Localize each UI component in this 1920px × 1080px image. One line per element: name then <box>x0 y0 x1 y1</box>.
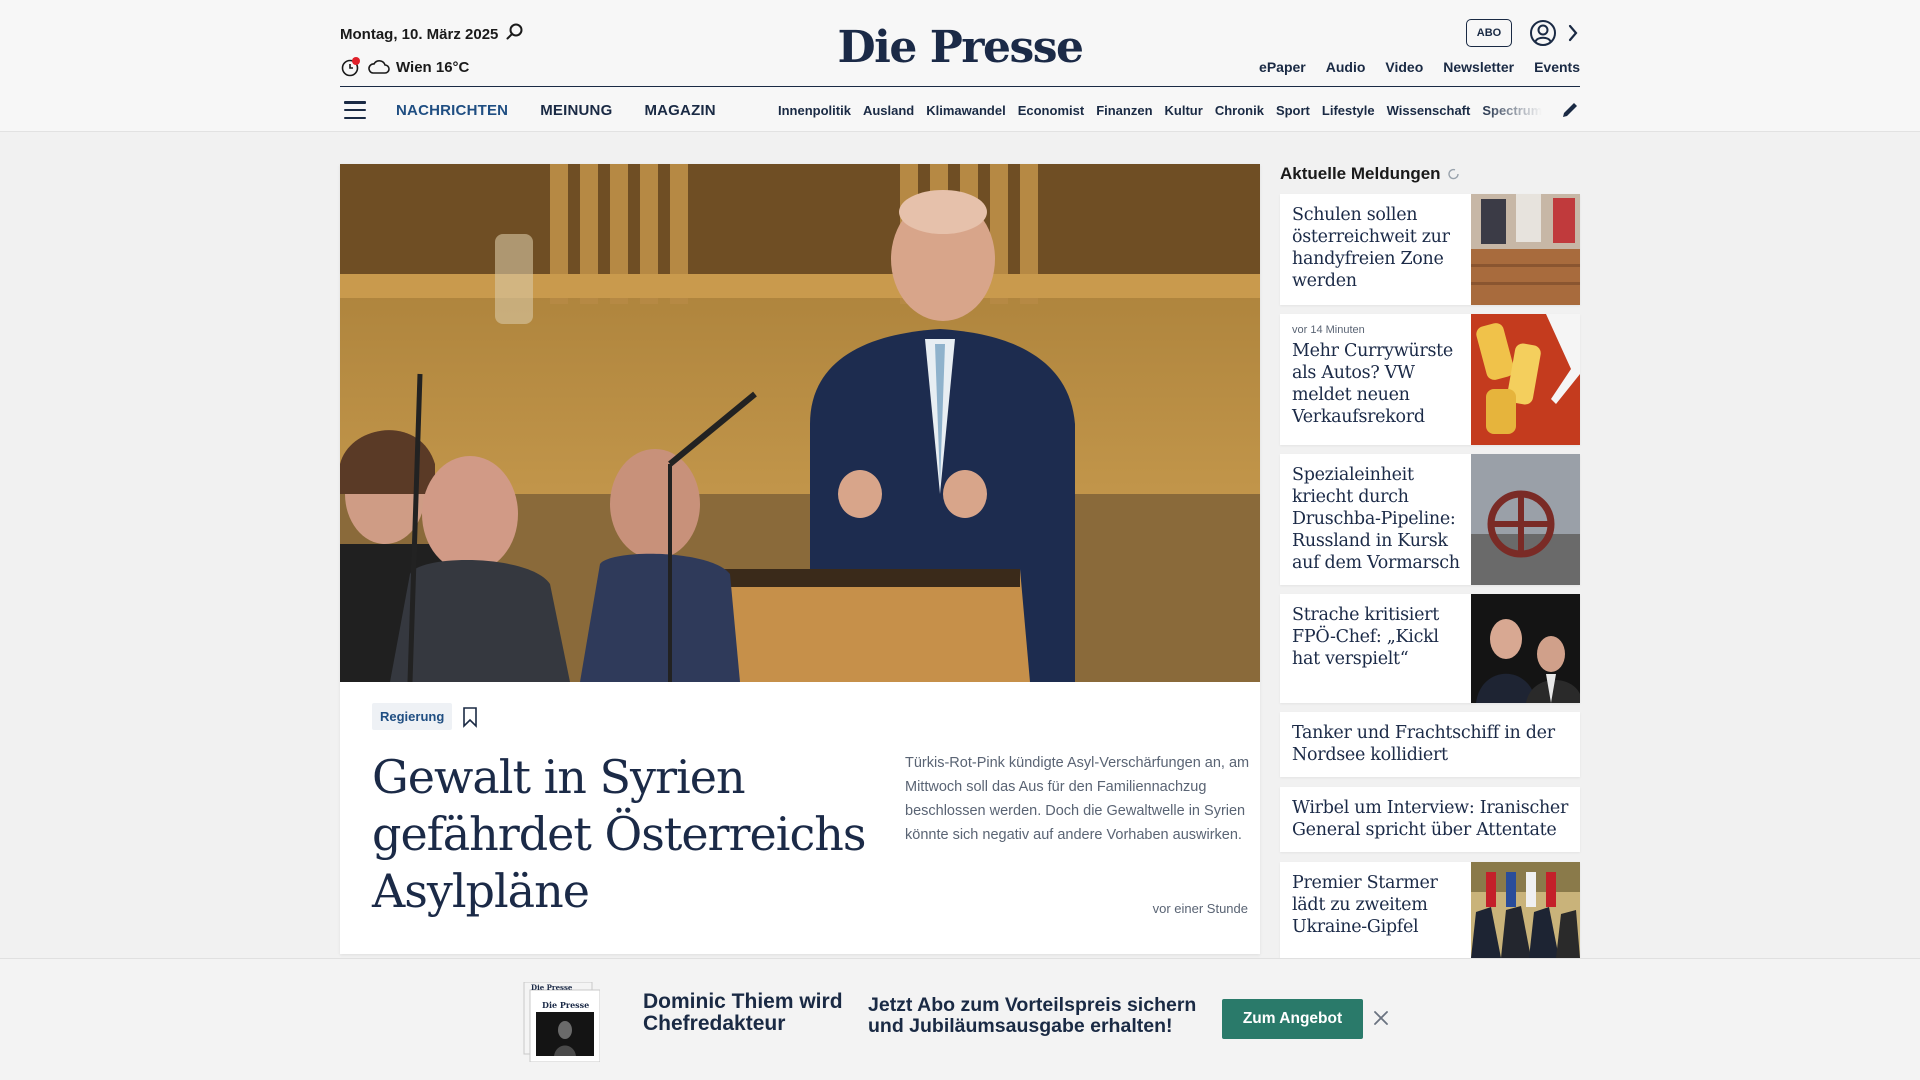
clock-notification-icon[interactable] <box>340 56 362 78</box>
newspaper-masthead: Die Presse <box>542 1000 589 1010</box>
news-card-title[interactable]: Spezialeinheit kriecht durch Druschba-Pi… <box>1292 464 1462 574</box>
nav-magazin[interactable]: MAGAZIN <box>644 102 715 119</box>
news-card[interactable]: vor 14 Minuten Mehr Currywürste als Auto… <box>1280 314 1580 445</box>
news-card[interactable]: Wirbel um Interview: Iranischer General … <box>1280 787 1580 852</box>
link-epaper[interactable]: ePaper <box>1259 59 1306 75</box>
news-card-text: Schulen sollen österreichweit zur handyf… <box>1292 204 1462 292</box>
news-card-meta: vor 14 Minuten <box>1292 324 1365 336</box>
site-header: Montag, 10. März 2025 Wien 16°C Die Pres… <box>0 0 1920 132</box>
nav-wissenschaft[interactable]: Wissenschaft <box>1387 103 1471 118</box>
link-newsletter[interactable]: Newsletter <box>1443 59 1514 75</box>
news-card-thumbnail[interactable] <box>1471 862 1580 958</box>
site-logo[interactable]: Die Presse <box>838 22 1084 73</box>
newspaper-masthead: Die Presse <box>531 983 573 992</box>
nav-innenpolitik[interactable]: Innenpolitik <box>778 103 851 118</box>
news-card-thumbnail[interactable] <box>1471 194 1580 305</box>
chevron-right-icon[interactable] <box>1566 22 1580 44</box>
nav-finanzen[interactable]: Finanzen <box>1096 103 1152 118</box>
news-card-thumbnail[interactable] <box>1471 594 1580 703</box>
news-card-title[interactable]: Schulen sollen österreichweit zur handyf… <box>1292 204 1462 292</box>
news-card-title[interactable]: Strache kritisiert FPÖ-Chef: „Kickl hat … <box>1292 604 1462 670</box>
zum-angebot-button[interactable]: Zum Angebot <box>1222 999 1363 1039</box>
news-card[interactable]: Schulen sollen österreichweit zur handyf… <box>1280 194 1580 305</box>
section-nav: Innenpolitik Ausland Klimawandel Economi… <box>778 88 1542 132</box>
lead-article-photo[interactable] <box>340 164 1260 682</box>
news-card[interactable]: Spezialeinheit kriecht durch Druschba-Pi… <box>1280 454 1580 585</box>
news-card[interactable]: Premier Starmer lädt zu zweitem Ukraine-… <box>1280 862 1580 958</box>
news-card-text: Spezialeinheit kriecht durch Druschba-Pi… <box>1292 464 1462 574</box>
news-card-thumbnail[interactable] <box>1471 454 1580 585</box>
link-video[interactable]: Video <box>1385 59 1423 75</box>
nav-klimawandel[interactable]: Klimawandel <box>926 103 1005 118</box>
promo-headline: Dominic Thiem wird Chefredakteur <box>643 990 843 1035</box>
category-tag[interactable]: Regierung <box>372 703 453 730</box>
weather-widget[interactable]: Wien 16°C <box>340 56 469 78</box>
weather-text: Wien 16°C <box>396 58 470 76</box>
link-events[interactable]: Events <box>1534 59 1580 75</box>
news-card-text: Strache kritisiert FPÖ-Chef: „Kickl hat … <box>1292 604 1462 670</box>
link-audio[interactable]: Audio <box>1326 59 1366 75</box>
nav-sport[interactable]: Sport <box>1276 103 1310 118</box>
abo-button[interactable]: ABO <box>1466 19 1512 47</box>
news-card-text: vor 14 Minuten Mehr Currywürste als Auto… <box>1292 324 1462 428</box>
news-card-title[interactable]: Mehr Currywürste als Autos? VW meldet ne… <box>1292 340 1462 428</box>
nav-kultur[interactable]: Kultur <box>1165 103 1203 118</box>
pencil-icon[interactable] <box>1560 100 1580 120</box>
sidebar-title: Aktuelle Meldungen <box>1280 164 1461 184</box>
nav-spectrum[interactable]: Spectrum <box>1482 103 1542 118</box>
tag-row: Regierung <box>372 703 478 730</box>
user-account-icon[interactable] <box>1528 18 1558 48</box>
lead-article[interactable]: Regierung Gewalt in Syrien gefährdet Öst… <box>340 164 1260 954</box>
news-card-text: Premier Starmer lädt zu zweitem Ukraine-… <box>1292 872 1462 938</box>
search-icon[interactable] <box>505 22 525 42</box>
news-card-text: Wirbel um Interview: Iranischer General … <box>1292 797 1572 841</box>
nav-chronik[interactable]: Chronik <box>1215 103 1264 118</box>
news-card-text: Tanker und Frachtschiff in der Nordsee k… <box>1292 722 1572 766</box>
header-inner: Montag, 10. März 2025 Wien 16°C Die Pres… <box>340 0 1580 132</box>
news-card[interactable]: Strache kritisiert FPÖ-Chef: „Kickl hat … <box>1280 594 1580 703</box>
close-icon[interactable] <box>1372 1009 1390 1027</box>
subscription-banner: Die Presse Die Presse Dominic Thiem wird… <box>0 958 1920 1080</box>
nav-economist[interactable]: Economist <box>1018 103 1084 118</box>
refresh-icon[interactable] <box>1447 167 1461 181</box>
current-date: Montag, 10. März 2025 <box>340 26 499 43</box>
nav-nachrichten[interactable]: NACHRICHTEN <box>396 102 508 119</box>
news-card-title[interactable]: Tanker und Frachtschiff in der Nordsee k… <box>1292 722 1572 766</box>
newspaper-image: Die Presse Die Presse <box>523 982 600 1062</box>
promo-text: Jetzt Abo zum Vorteilspreis sichern und … <box>868 994 1197 1037</box>
primary-nav: NACHRICHTEN MEINUNG MAGAZIN <box>396 102 716 119</box>
news-card-title[interactable]: Premier Starmer lädt zu zweitem Ukraine-… <box>1292 872 1462 938</box>
nav-meinung[interactable]: MEINUNG <box>540 102 612 119</box>
lead-headline[interactable]: Gewalt in Syrien gefährdet Österreichs A… <box>372 749 872 920</box>
news-card[interactable]: Tanker und Frachtschiff in der Nordsee k… <box>1280 712 1580 777</box>
news-card-title[interactable]: Wirbel um Interview: Iranischer General … <box>1292 797 1572 841</box>
hamburger-menu-icon[interactable] <box>344 101 366 119</box>
utility-links: ePaper Audio Video Newsletter Events <box>1259 59 1580 75</box>
main-navigation: NACHRICHTEN MEINUNG MAGAZIN Innenpolitik… <box>340 88 1580 132</box>
nav-lifestyle[interactable]: Lifestyle <box>1322 103 1375 118</box>
lead-timestamp: vor einer Stunde <box>1152 901 1248 916</box>
nav-ausland[interactable]: Ausland <box>863 103 914 118</box>
news-card-thumbnail[interactable] <box>1471 314 1580 445</box>
sidebar-title-text: Aktuelle Meldungen <box>1280 164 1441 183</box>
cloud-icon <box>368 60 390 74</box>
bookmark-icon[interactable] <box>462 706 478 728</box>
header-divider <box>340 86 1580 87</box>
lead-teaser: Türkis-Rot-Pink kündigte Asyl-Verschärfu… <box>905 755 1250 843</box>
